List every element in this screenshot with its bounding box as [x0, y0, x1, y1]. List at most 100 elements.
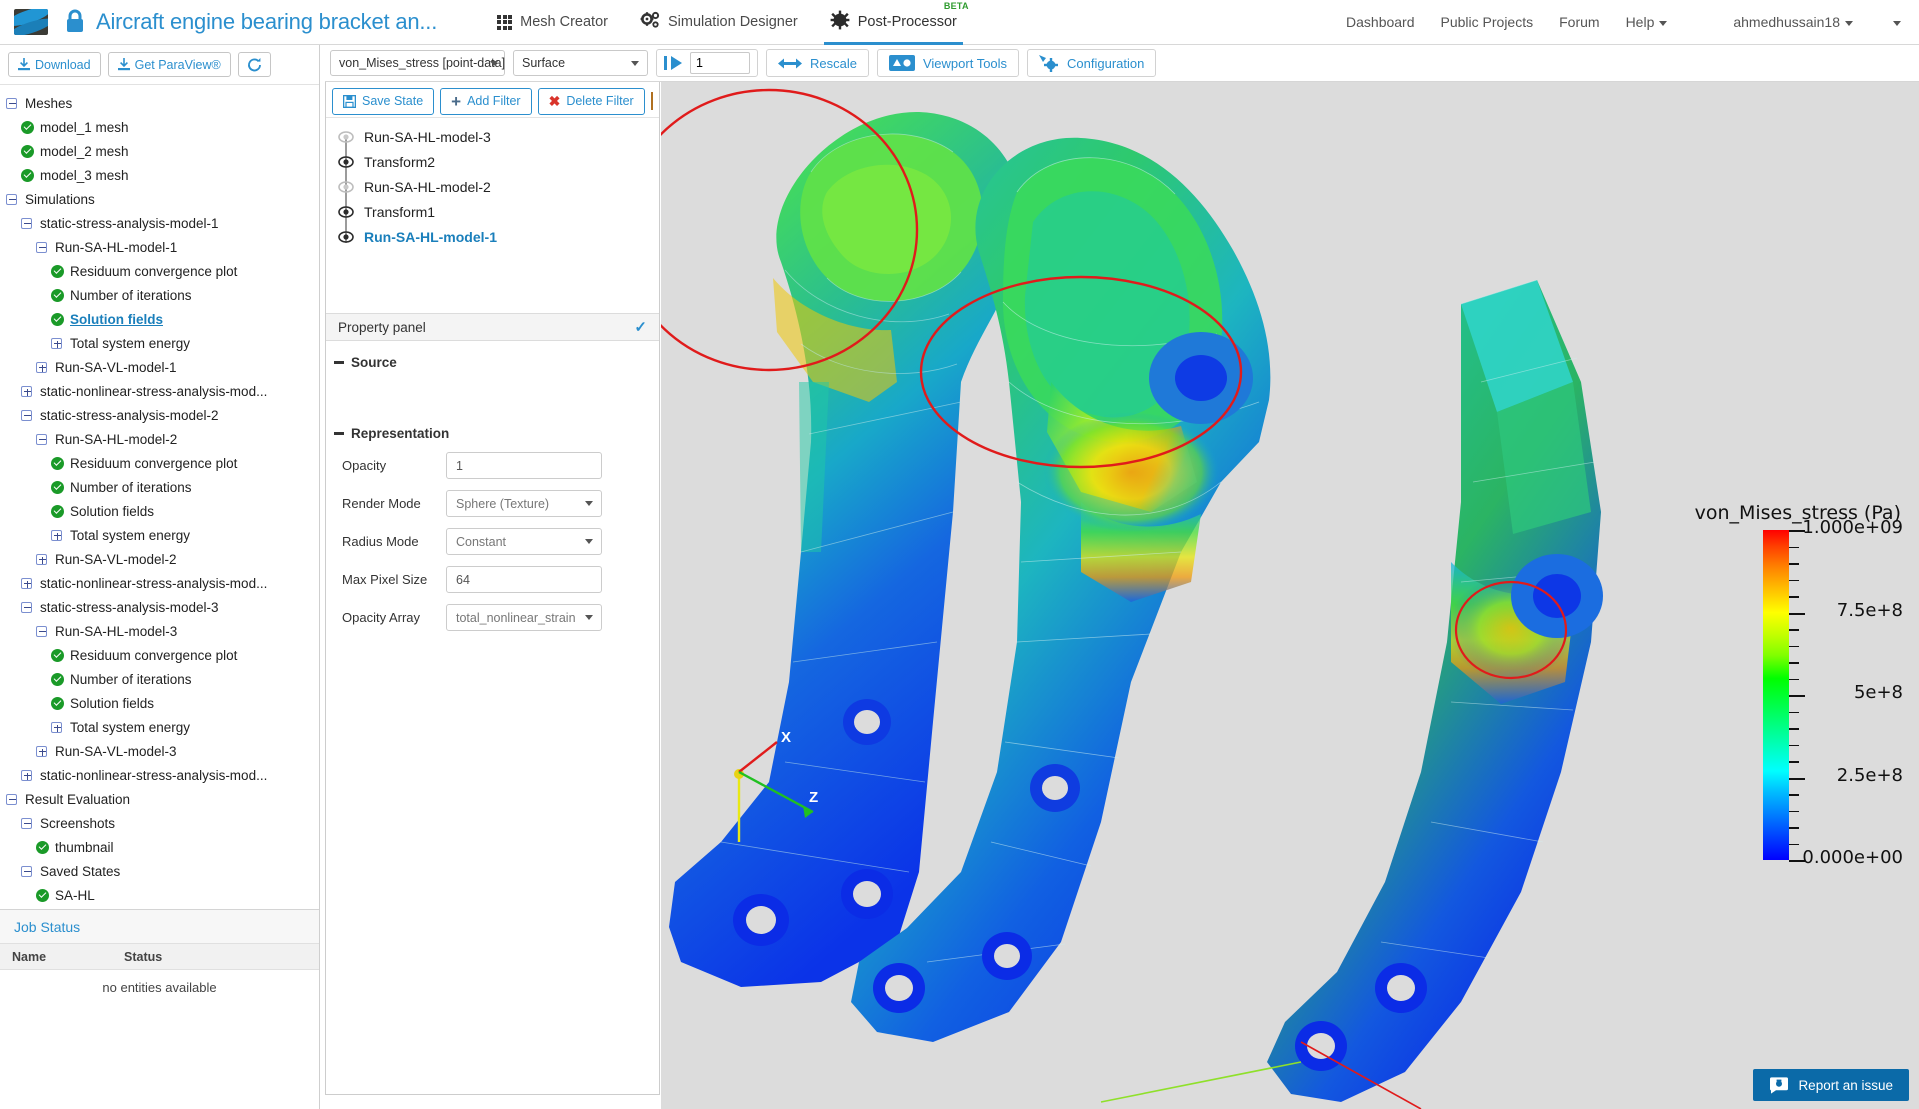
legend-label: 5e+8 — [1854, 682, 1903, 703]
expander-plus-icon[interactable] — [36, 553, 49, 566]
save-state-label: Save State — [362, 94, 423, 108]
eye-visible-icon[interactable] — [338, 204, 354, 220]
expander-minus-icon[interactable] — [36, 625, 49, 638]
tree-item[interactable]: Run-SA-VL-model-2 — [0, 547, 319, 571]
expander-plus-icon[interactable] — [21, 577, 34, 590]
representation-select[interactable]: Surface — [513, 50, 648, 76]
tree-item[interactable]: Solution fields — [0, 499, 319, 523]
tree-item[interactable]: model_2 mesh — [0, 139, 319, 163]
tree-item[interactable]: Residuum convergence plot — [0, 259, 319, 283]
tree-item[interactable]: static-nonlinear-stress-analysis-mod... — [0, 379, 319, 403]
expander-plus-icon[interactable] — [21, 769, 34, 782]
save-state-button[interactable]: Save State — [332, 88, 434, 115]
overflow-menu[interactable] — [1893, 14, 1901, 30]
tree-item[interactable]: Simulations — [0, 187, 319, 211]
expander-minus-icon[interactable] — [36, 241, 49, 254]
3d-viewport[interactable]: X Z von_Mises_stress (Pa) 1.000e+097.5e+… — [661, 82, 1919, 1109]
delete-filter-button[interactable]: ✖ Delete Filter — [538, 88, 645, 115]
eye-hidden-icon[interactable] — [338, 129, 354, 145]
pipeline-item[interactable]: Transform2 — [326, 149, 659, 174]
expander-plus-icon[interactable] — [51, 337, 64, 350]
nav-link-dashboard[interactable]: Dashboard — [1346, 14, 1415, 30]
add-filter-button[interactable]: + Add Filter — [440, 88, 531, 115]
tree-item[interactable]: SA-HL — [0, 883, 319, 907]
expander-minus-icon[interactable] — [21, 865, 34, 878]
expander-plus-icon[interactable] — [51, 529, 64, 542]
tree-item[interactable]: model_1 mesh — [0, 115, 319, 139]
tree-item-label: Screenshots — [40, 816, 115, 831]
nav-link-help[interactable]: Help — [1626, 14, 1668, 30]
expander-minus-icon[interactable] — [36, 433, 49, 446]
tree-item[interactable]: Saved States — [0, 859, 319, 883]
tree-item[interactable]: static-stress-analysis-model-3 — [0, 595, 319, 619]
user-menu[interactable]: ahmedhussain18 — [1733, 14, 1853, 30]
tree-item[interactable]: Residuum convergence plot — [0, 451, 319, 475]
section-source[interactable]: Source — [326, 341, 659, 370]
expander-minus-icon[interactable] — [6, 97, 19, 110]
expander-plus-icon[interactable] — [36, 745, 49, 758]
tab-mesh-creator[interactable]: Mesh Creator — [481, 0, 624, 45]
tab-simulation-designer[interactable]: Simulation Designer — [624, 0, 814, 45]
tree-item[interactable]: Screenshots — [0, 811, 319, 835]
download-button[interactable]: Download — [8, 52, 101, 77]
check-icon[interactable]: ✓ — [634, 318, 647, 336]
expander-minus-icon[interactable] — [21, 601, 34, 614]
configuration-button[interactable]: Configuration — [1027, 49, 1156, 77]
expander-minus-icon[interactable] — [21, 817, 34, 830]
tree-item[interactable]: Run-SA-HL-model-2 — [0, 427, 319, 451]
tree-item[interactable]: Run-SA-VL-model-3 — [0, 739, 319, 763]
expander-minus-icon[interactable] — [21, 409, 34, 422]
tree-item[interactable]: thumbnail — [0, 835, 319, 859]
expander-minus-icon[interactable] — [21, 217, 34, 230]
tree-item[interactable]: static-stress-analysis-model-2 — [0, 403, 319, 427]
tree-item[interactable]: Total system energy — [0, 331, 319, 355]
nav-link-public-projects[interactable]: Public Projects — [1441, 14, 1534, 30]
tree-item[interactable]: static-nonlinear-stress-analysis-mod... — [0, 763, 319, 787]
expander-minus-icon[interactable] — [6, 193, 19, 206]
nav-link-forum[interactable]: Forum — [1559, 14, 1599, 30]
property-input[interactable]: 64 — [446, 566, 602, 593]
property-select[interactable]: Constant — [446, 528, 602, 555]
array-select[interactable]: von_Mises_stress [point-data] — [330, 50, 505, 76]
get-paraview-button[interactable]: Get ParaView® — [108, 52, 231, 77]
tree-item[interactable]: Solution fields — [0, 691, 319, 715]
tree-item[interactable]: model_3 mesh — [0, 163, 319, 187]
expander-plus-icon[interactable] — [51, 721, 64, 734]
expander-plus-icon[interactable] — [36, 361, 49, 374]
tree-item[interactable]: Number of iterations — [0, 667, 319, 691]
tree-item[interactable]: Run-SA-VL-model-1 — [0, 355, 319, 379]
tree-item[interactable]: Total system energy — [0, 523, 319, 547]
play-icon[interactable] — [671, 56, 682, 70]
tree-item[interactable]: Residuum convergence plot — [0, 643, 319, 667]
property-select[interactable]: total_nonlinear_strain — [446, 604, 602, 631]
tree-item[interactable]: Number of iterations — [0, 283, 319, 307]
tree-item[interactable]: static-nonlinear-stress-analysis-mod... — [0, 571, 319, 595]
tree-item[interactable]: Total system energy — [0, 715, 319, 739]
report-issue-button[interactable]: Report an issue — [1753, 1069, 1909, 1101]
frame-input[interactable] — [690, 52, 750, 74]
pipeline-item[interactable]: Transform1 — [326, 199, 659, 224]
property-input[interactable]: 1 — [446, 452, 602, 479]
viewport-tools-button[interactable]: Viewport Tools — [877, 49, 1019, 77]
tree-item[interactable]: Number of iterations — [0, 475, 319, 499]
tree-item[interactable]: Meshes — [0, 91, 319, 115]
tab-post-processor[interactable]: Post-Processor BETA — [814, 0, 973, 45]
refresh-button[interactable] — [238, 52, 271, 77]
property-select[interactable]: Sphere (Texture) — [446, 490, 602, 517]
pipeline-item[interactable]: Run-SA-HL-model-2 — [326, 174, 659, 199]
eye-hidden-icon[interactable] — [338, 179, 354, 195]
expander-minus-icon[interactable] — [6, 793, 19, 806]
pipeline-item[interactable]: Run-SA-HL-model-1 — [326, 224, 659, 249]
tree-item[interactable]: static-stress-analysis-model-1 — [0, 211, 319, 235]
tree-item[interactable]: Solution fields — [0, 307, 319, 331]
tree-item[interactable]: Result Evaluation — [0, 787, 319, 811]
tree-item[interactable]: Run-SA-HL-model-1 — [0, 235, 319, 259]
pipeline-item[interactable]: Run-SA-HL-model-3 — [326, 124, 659, 149]
expander-plus-icon[interactable] — [21, 385, 34, 398]
tree-item[interactable]: Run-SA-HL-model-3 — [0, 619, 319, 643]
rescale-button[interactable]: Rescale — [766, 49, 869, 77]
section-representation[interactable]: Representation — [326, 412, 659, 441]
color-swatch[interactable] — [651, 92, 653, 110]
eye-visible-icon[interactable] — [338, 154, 354, 170]
eye-visible-icon[interactable] — [338, 229, 354, 245]
